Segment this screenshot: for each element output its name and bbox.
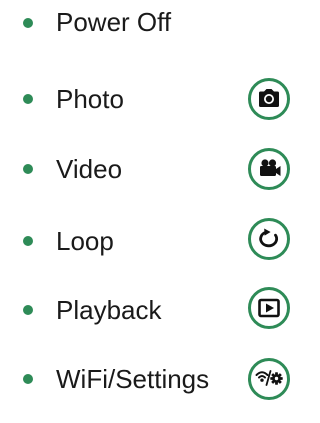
menu-item-video[interactable]: Video — [0, 142, 301, 198]
video-camera-icon[interactable] — [248, 148, 290, 190]
wifi-settings-icon[interactable] — [248, 358, 290, 400]
menu-item-label: Power Off — [56, 7, 172, 37]
menu-item-power-off[interactable]: Power Off — [0, 0, 301, 56]
playback-icon[interactable] — [248, 287, 290, 329]
menu-item-playback[interactable]: Playback — [0, 283, 301, 339]
menu-item-label: Loop — [56, 226, 114, 256]
bullet-dot — [23, 164, 33, 174]
menu-item-label: Video — [56, 154, 123, 184]
bullet-dot — [23, 18, 33, 28]
menu-item-label: WiFi/Settings — [56, 364, 210, 394]
camera-icon[interactable] — [248, 78, 290, 120]
loop-icon[interactable] — [248, 218, 290, 260]
menu-item-photo[interactable]: Photo — [0, 72, 301, 128]
menu-item-loop[interactable]: Loop — [0, 212, 301, 268]
menu-item-label: Photo — [56, 84, 124, 114]
bullet-dot — [23, 305, 33, 315]
bullet-dot — [23, 374, 33, 384]
menu-item-label: Playback — [56, 295, 162, 325]
bullet-dot — [23, 94, 33, 104]
menu-item-wifi-settings[interactable]: WiFi/Settings — [0, 350, 301, 406]
bullet-dot — [23, 236, 33, 246]
